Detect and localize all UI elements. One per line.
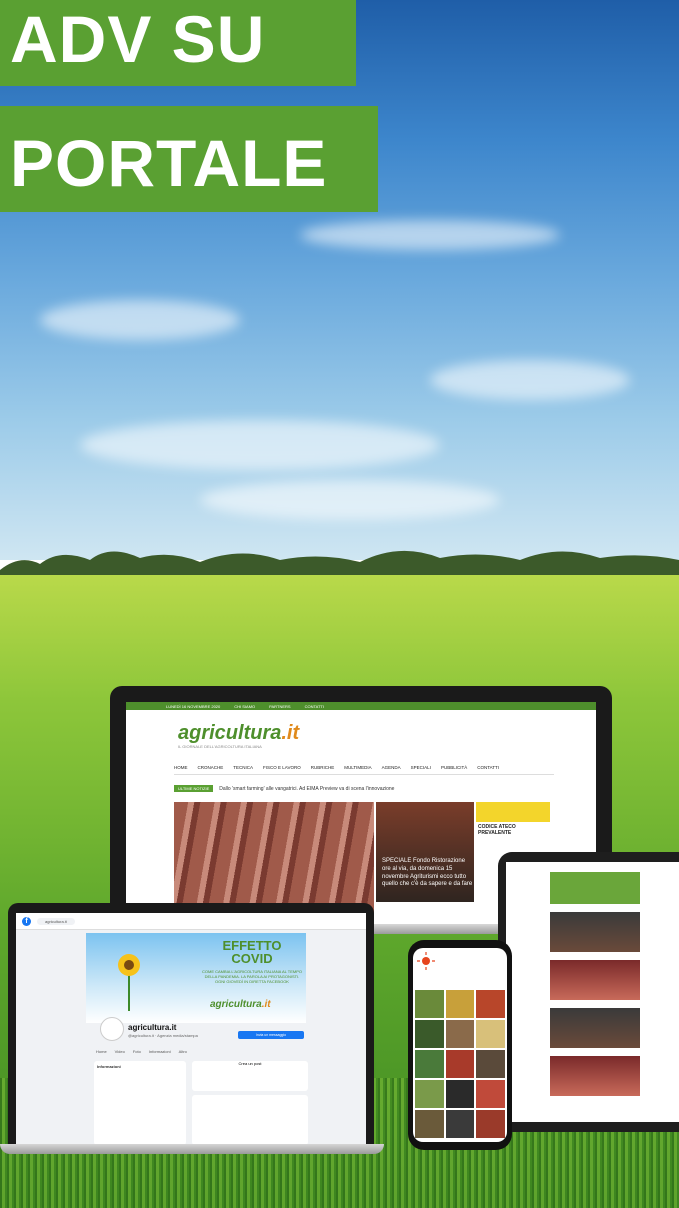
treeline: [0, 550, 679, 580]
ig-photo: [445, 990, 475, 1018]
ig-photo: [445, 1080, 475, 1108]
twitter-feed: [550, 872, 640, 1096]
nav-item: CRONACHE: [197, 764, 224, 770]
ad-title: CODICE ATECO PREVALENTE: [478, 824, 516, 836]
cover-logo-suffix: .it: [261, 999, 271, 1010]
phone-device: [408, 940, 512, 1150]
ig-photo: [476, 1080, 505, 1108]
ig-photo: [415, 1020, 444, 1048]
cloud: [200, 480, 500, 520]
facebook-topbar: f agricultura.it: [16, 913, 366, 930]
nav-item: CONTATTI: [477, 764, 500, 770]
hero-caption: SPECIALE Fondo Ristorazione ore al via, …: [382, 858, 473, 888]
facebook-logo-icon: f: [22, 916, 31, 926]
laptop-facebook-base: [0, 1144, 384, 1154]
info-box: Informazioni: [94, 1061, 186, 1145]
avatar: [100, 1017, 124, 1041]
ig-photo: [415, 1080, 444, 1108]
ig-photo: [445, 1020, 475, 1048]
topbar-link: CONTATTI: [304, 703, 324, 709]
headline-banner-1: ADV SU: [0, 0, 356, 86]
ig-photo: [476, 990, 505, 1018]
fb-tab: Video: [114, 1049, 125, 1054]
facebook-post: [192, 1095, 308, 1145]
site-topbar: LUNEDÌ 16 NOVEMBRE 2020 CHI SIAMO PARTNE…: [126, 702, 596, 710]
facebook-search: agricultura.it: [37, 917, 75, 925]
nav-item: AGENDA: [381, 764, 401, 770]
nav-item: TECNICA: [233, 764, 254, 770]
nav-item: HOME: [174, 764, 188, 770]
fb-tab: Home: [96, 1049, 107, 1054]
facebook-cover: EFFETTO COVID COME CAMBIA L'AGRICOLTURA …: [86, 933, 306, 1023]
twitter-screenshot: [506, 862, 679, 1122]
logo-suffix: .it: [281, 722, 300, 744]
logo-text: agricultura: [178, 722, 282, 744]
instagram-grid: [413, 988, 507, 1140]
nav-item: MULTIMEDIA: [344, 764, 372, 770]
cover-logo-text: agricultura: [210, 999, 262, 1010]
fb-tab: Foto: [132, 1049, 141, 1054]
cloud: [430, 360, 630, 400]
headline-line-2: PORTALE: [10, 126, 328, 200]
instagram-screenshot: [413, 948, 507, 1142]
twitter-post-image: [550, 960, 640, 1000]
news-text: Dallo 'smart farming' alle vangatrici. A…: [219, 786, 395, 792]
sun-logo-icon: [417, 952, 435, 970]
page-name: agricultura.it: [128, 1023, 177, 1032]
site-logo: agricultura.it: [178, 722, 299, 745]
twitter-post-image: [550, 1056, 640, 1096]
cloud: [40, 300, 240, 340]
ig-photo: [415, 990, 444, 1018]
info-title: Informazioni: [97, 1064, 121, 1069]
message-button: Invia un messaggio: [238, 1031, 304, 1039]
hero-image-food: SPECIALE Fondo Ristorazione ore al via, …: [376, 802, 474, 902]
yellow-ad: [476, 802, 550, 822]
ig-photo: [415, 1050, 444, 1078]
topbar-date: LUNEDÌ 16 NOVEMBRE 2020: [166, 703, 221, 709]
nav-item: FISCO E LAVORO: [263, 764, 301, 770]
site-nav: HOME CRONACHE TECNICA FISCO E LAVORO RUB…: [174, 760, 554, 775]
create-post-box: Crea un post: [192, 1061, 308, 1091]
nav-item: SPECIALI: [410, 764, 431, 770]
site-tagline: IL GIORNALE DELL'AGRICOLTURA ITALIANA: [178, 744, 262, 749]
sunflower-icon: [118, 954, 140, 1011]
twitter-post-image: [550, 1008, 640, 1048]
twitter-post-image: [550, 912, 640, 952]
ig-photo: [445, 1050, 475, 1078]
twitter-banner: [550, 872, 640, 904]
create-post-label: Crea un post: [238, 1061, 262, 1066]
cover-logo: agricultura.it: [210, 999, 271, 1010]
headline-line-1: ADV SU: [10, 2, 266, 76]
ig-photo: [476, 1020, 505, 1048]
ig-photo: [476, 1050, 505, 1078]
ig-photo: [476, 1110, 505, 1138]
ig-photo: [445, 1110, 475, 1138]
headline-banner-2: PORTALE: [0, 106, 378, 212]
instagram-header: [413, 948, 507, 988]
tablet-device: [498, 852, 679, 1132]
fb-tab: Informazioni: [148, 1049, 171, 1054]
laptop-facebook-device: f agricultura.it EFFETTO COVID COME CAMB…: [8, 903, 374, 1145]
facebook-screenshot: f agricultura.it EFFETTO COVID COME CAMB…: [16, 913, 366, 1145]
news-ticker: ULTIME NOTIZIE Dallo 'smart farming' alle…: [174, 785, 395, 792]
facebook-tabs: Home Video Foto Informazioni Altro: [96, 1049, 187, 1054]
cover-title: EFFETTO COVID: [222, 938, 282, 966]
ig-photo: [415, 1110, 444, 1138]
nav-item: RUBRICHE: [310, 764, 335, 770]
cover-subtitle: COME CAMBIA L'AGRICOLTURA ITALIANA AL TE…: [202, 969, 302, 985]
page-category: @agricultura.it · Agenzia media/stampa: [128, 1033, 198, 1038]
cloud: [300, 220, 560, 250]
fb-tab: Altro: [178, 1049, 187, 1054]
topbar-link: PARTNERS: [269, 703, 291, 709]
news-label: ULTIME NOTIZIE: [174, 785, 214, 792]
cloud: [80, 420, 440, 470]
topbar-link: CHI SIAMO: [234, 703, 256, 709]
nav-item: PUBBLICITÀ: [440, 764, 468, 770]
